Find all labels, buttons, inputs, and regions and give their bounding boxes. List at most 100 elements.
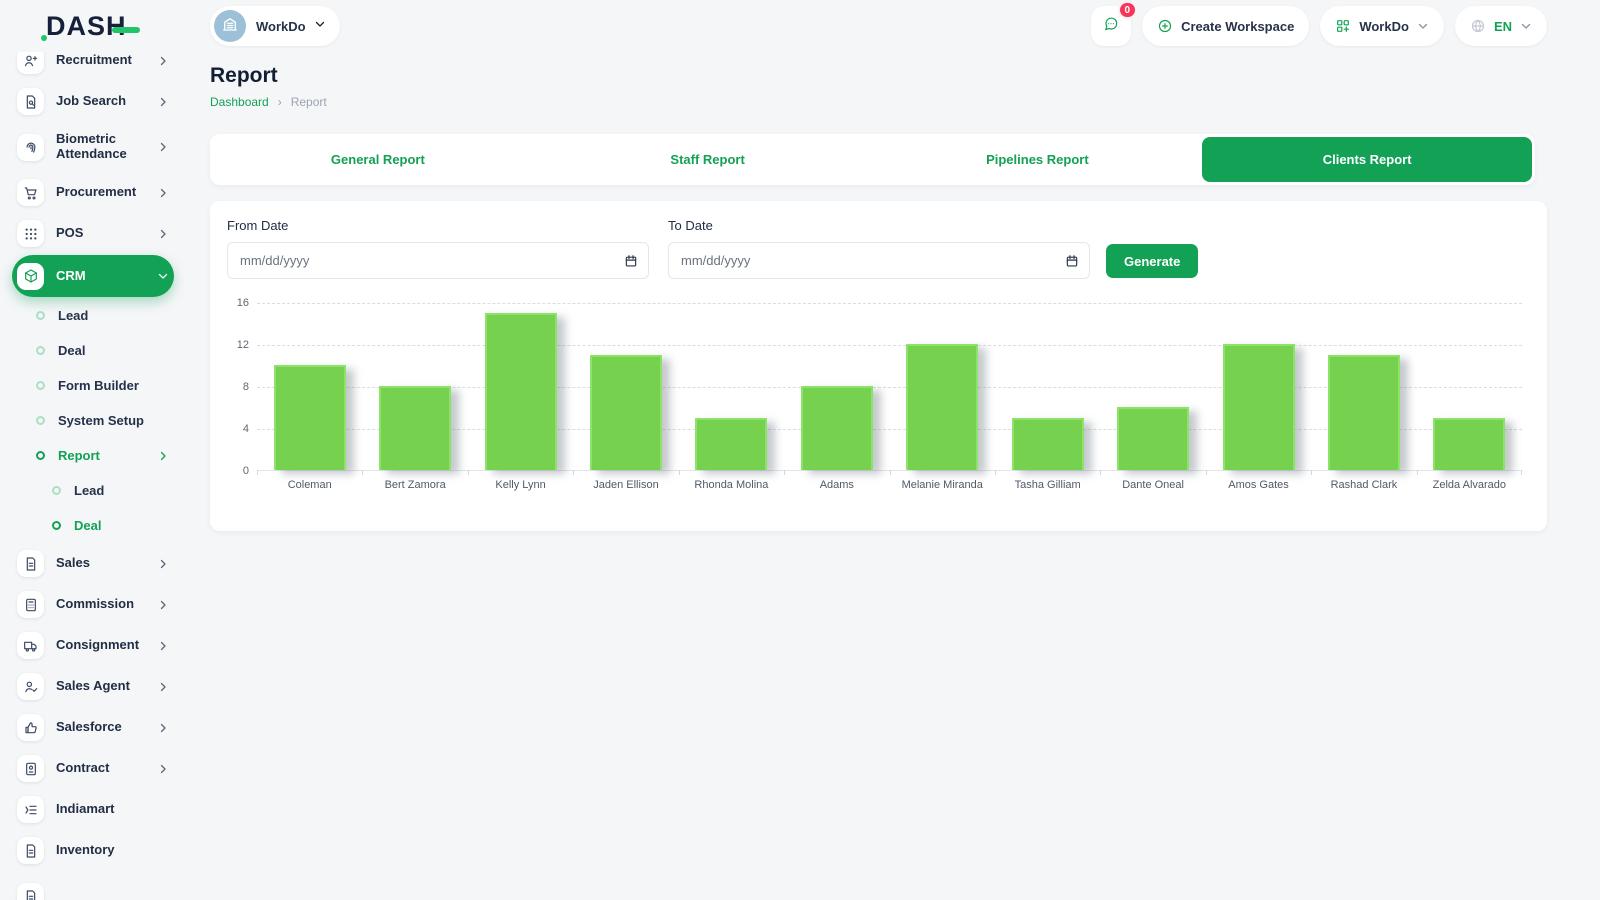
sidebar-item-sales[interactable]: Sales xyxy=(12,543,174,584)
sidebar-subitem-system-setup[interactable]: System Setup xyxy=(12,403,174,438)
sidebar-subitem-label: Form Builder xyxy=(58,378,139,393)
chevron-right-icon xyxy=(157,55,169,67)
create-workspace-label: Create Workspace xyxy=(1181,19,1294,34)
file-text-icon xyxy=(17,550,44,577)
fingerprint-icon xyxy=(17,134,44,161)
chart-plot-area xyxy=(257,303,1522,471)
sidebar-subitem-label: Deal xyxy=(58,343,85,358)
sidebar-item-biometric-attendance[interactable]: Biometric Attendance xyxy=(12,122,174,172)
sidebar-subitem-form-builder[interactable]: Form Builder xyxy=(12,368,174,403)
from-date-field: From Date xyxy=(227,218,649,279)
clients-report-chart: 1612840 ColemanBert ZamoraKelly LynnJade… xyxy=(227,303,1530,513)
x-axis-label-zelda-alvarado: Zelda Alvarado xyxy=(1417,479,1522,491)
bar-adams xyxy=(801,386,873,470)
tab-general-report[interactable]: General Report xyxy=(213,137,543,182)
sidebar-item-procurement[interactable]: Procurement xyxy=(12,172,174,213)
breadcrumb-dashboard-link[interactable]: Dashboard xyxy=(210,95,269,109)
from-date-input[interactable] xyxy=(240,253,614,268)
tab-pipelines-report[interactable]: Pipelines Report xyxy=(873,137,1203,182)
calendar-icon[interactable] xyxy=(1065,254,1079,268)
workspace-pill[interactable]: WorkDo xyxy=(210,6,340,46)
breadcrumb-separator: › xyxy=(278,95,282,109)
sidebar-item-label: Job Search xyxy=(56,94,126,109)
sidebar-item-label: Salesforce xyxy=(56,720,122,735)
sidebar-item-label: Sales Agent xyxy=(56,679,130,694)
file-search-icon xyxy=(17,88,44,115)
generate-button[interactable]: Generate xyxy=(1106,244,1198,278)
chart-bar-slot xyxy=(1206,303,1311,470)
sidebar-item-indiamart[interactable]: Indiamart xyxy=(12,789,174,830)
sidebar-item-label: Contract xyxy=(56,761,109,776)
file-text-icon xyxy=(17,837,44,864)
app-logo[interactable]: DASH xyxy=(0,0,186,52)
sidebar-subitem-lead[interactable]: Lead xyxy=(12,298,174,333)
sidebar-subitem-label: Deal xyxy=(74,518,101,533)
sidebar-item-crm[interactable]: CRM xyxy=(12,255,174,297)
sidebar-subitem-deal[interactable]: Deal xyxy=(12,508,174,543)
sidebar-subitem-report[interactable]: Report xyxy=(12,438,174,473)
calendar-icon[interactable] xyxy=(624,254,638,268)
bar-kelly-lynn xyxy=(485,313,557,471)
y-axis-tick-label: 0 xyxy=(243,465,249,477)
chevron-right-icon xyxy=(157,228,169,240)
sidebar-item-pos[interactable]: POS xyxy=(12,213,174,254)
bar-dante-oneal xyxy=(1117,407,1189,470)
chart-bar-slot xyxy=(362,303,467,470)
language-selector[interactable]: EN xyxy=(1455,6,1547,46)
tab-staff-report[interactable]: Staff Report xyxy=(543,137,873,182)
workspace-pill-label: WorkDo xyxy=(256,19,306,34)
chevron-right-icon xyxy=(157,187,169,199)
bar-melanie-miranda xyxy=(906,344,978,470)
header-actions: 0 Create Workspace WorkDo EN xyxy=(1091,6,1547,46)
chart-bar-slot xyxy=(679,303,784,470)
chart-bars xyxy=(257,303,1522,470)
sidebar-item-label: CRM xyxy=(56,269,86,284)
chevron-down-icon xyxy=(1417,20,1429,32)
messages-button[interactable]: 0 xyxy=(1091,6,1131,46)
sidebar-subitem-lead[interactable]: Lead xyxy=(12,473,174,508)
file-text-icon xyxy=(17,883,44,900)
breadcrumb: Dashboard › Report xyxy=(210,95,1547,109)
sidebar-item-label: Commission xyxy=(56,597,134,612)
x-axis-label-jaden-ellison: Jaden Ellison xyxy=(573,479,678,491)
bullet-icon xyxy=(36,381,45,390)
sidebar-item-inventory[interactable]: Inventory xyxy=(12,830,174,871)
top-header: WorkDo 0 Create Workspace WorkDo EN xyxy=(210,6,1547,46)
sidebar-subitem-label: Lead xyxy=(74,483,104,498)
chart-x-axis-labels: ColemanBert ZamoraKelly LynnJaden Elliso… xyxy=(257,479,1522,491)
x-axis-label-dante-oneal: Dante Oneal xyxy=(1100,479,1205,491)
sidebar-item-contract[interactable]: Contract xyxy=(12,748,174,789)
sidebar-item-consignment[interactable]: Consignment xyxy=(12,625,174,666)
sidebar-item-commission[interactable]: Commission xyxy=(12,584,174,625)
bar-zelda-alvarado xyxy=(1433,418,1505,471)
sidebar-item-label: Inventory xyxy=(56,843,115,858)
calculator-icon xyxy=(17,591,44,618)
cart-icon xyxy=(17,179,44,206)
sidebar-item-job-search[interactable]: Job Search xyxy=(12,81,174,122)
x-axis-label-coleman: Coleman xyxy=(257,479,362,491)
x-axis-label-kelly-lynn: Kelly Lynn xyxy=(468,479,573,491)
workspace-switcher[interactable]: WorkDo xyxy=(1320,6,1444,46)
chevron-right-icon xyxy=(157,722,169,734)
sidebar-subitem-deal[interactable]: Deal xyxy=(12,333,174,368)
x-axis-label-bert-zamora: Bert Zamora xyxy=(362,479,467,491)
bar-rhonda-molina xyxy=(695,418,767,471)
x-axis-label-rashad-clark: Rashad Clark xyxy=(1311,479,1416,491)
logo-dot-decoration xyxy=(41,35,47,41)
sidebar-item-salesforce[interactable]: Salesforce xyxy=(12,707,174,748)
sidebar-item-label: Sales xyxy=(56,556,90,571)
tab-clients-report[interactable]: Clients Report xyxy=(1202,137,1532,182)
sidebar-item-label: POS xyxy=(56,226,83,241)
sidebar-subitem-label: Report xyxy=(58,448,100,463)
from-date-label: From Date xyxy=(227,218,649,233)
x-axis-label-melanie-miranda: Melanie Miranda xyxy=(890,479,995,491)
x-axis-label-adams: Adams xyxy=(784,479,889,491)
chart-bar-slot xyxy=(784,303,889,470)
sidebar-item-label: Biometric Attendance xyxy=(56,132,142,162)
bullet-icon xyxy=(52,486,61,495)
create-workspace-button[interactable]: Create Workspace xyxy=(1142,6,1309,46)
sidebar-item-label: Consignment xyxy=(56,638,139,653)
sidebar-item-sales-agent[interactable]: Sales Agent xyxy=(12,666,174,707)
plus-circle-icon xyxy=(1157,18,1173,34)
to-date-input[interactable] xyxy=(681,253,1055,268)
